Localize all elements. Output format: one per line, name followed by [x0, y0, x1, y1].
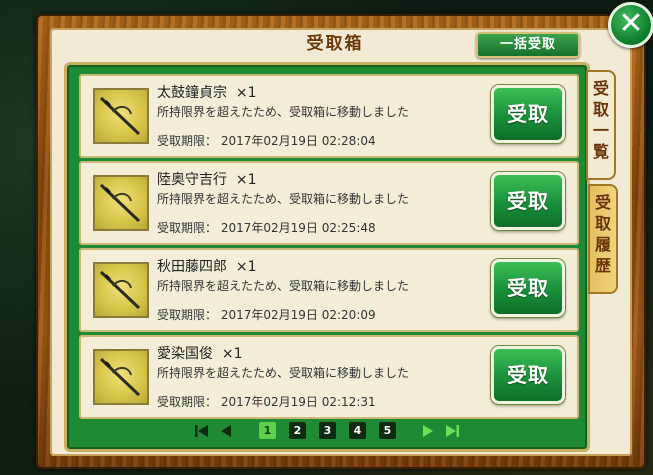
close-icon[interactable]: ✕: [608, 2, 653, 48]
tab-char: 歴: [594, 256, 611, 275]
tab-char: 履: [594, 235, 611, 254]
page-3[interactable]: 3: [319, 422, 336, 439]
receive-button[interactable]: 受取: [491, 85, 565, 143]
tab-char: 受: [594, 193, 611, 212]
prev-page-icon[interactable]: [217, 422, 235, 440]
list-item: 愛染国俊 ×1 所持限界を超えたため、受取箱に移動しました 受取期限： 2017…: [79, 335, 579, 419]
tab-char: 受: [592, 79, 609, 98]
item-message: 所持限界を超えたため、受取箱に移動しました: [157, 192, 410, 206]
item-list: 太鼓鐘貞宗 ×1 所持限界を超えたため、受取箱に移動しました 受取期限： 201…: [64, 62, 590, 452]
tab-char: 一: [592, 121, 609, 140]
list-item: 太鼓鐘貞宗 ×1 所持限界を超えたため、受取箱に移動しました 受取期限： 201…: [79, 74, 579, 158]
list-item: 陸奥守吉行 ×1 所持限界を超えたため、受取箱に移動しました 受取期限： 201…: [79, 161, 579, 245]
dialog-title: 受取箱: [306, 34, 364, 54]
bulk-receive-button[interactable]: 一括受取: [476, 32, 580, 58]
item-name: 太鼓鐘貞宗 ×1: [157, 85, 257, 101]
page-4[interactable]: 4: [349, 422, 366, 439]
item-message: 所持限界を超えたため、受取箱に移動しました: [157, 279, 410, 293]
last-page-icon[interactable]: [443, 422, 461, 440]
item-deadline: 受取期限： 2017年02月19日 02:20:09: [157, 308, 376, 322]
item-message: 所持限界を超えたため、受取箱に移動しました: [157, 105, 410, 119]
sword-icon: [93, 349, 149, 405]
item-deadline: 受取期限： 2017年02月19日 02:12:31: [157, 395, 376, 409]
tab-char: 取: [592, 100, 609, 119]
next-page-icon[interactable]: [419, 422, 437, 440]
sword-icon: [93, 175, 149, 231]
page-2[interactable]: 2: [289, 422, 306, 439]
tab-char: 覧: [592, 142, 609, 161]
item-message: 所持限界を超えたため、受取箱に移動しました: [157, 366, 410, 380]
list-item: 秋田藤四郎 ×1 所持限界を超えたため、受取箱に移動しました 受取期限： 201…: [79, 248, 579, 332]
item-deadline: 受取期限： 2017年02月19日 02:25:48: [157, 221, 376, 235]
sword-icon: [93, 88, 149, 144]
page-5[interactable]: 5: [379, 422, 396, 439]
page-1[interactable]: 1: [259, 422, 276, 439]
receive-button[interactable]: 受取: [491, 259, 565, 317]
receive-button[interactable]: 受取: [491, 172, 565, 230]
item-deadline: 受取期限： 2017年02月19日 02:28:04: [157, 134, 376, 148]
receive-button[interactable]: 受取: [491, 346, 565, 404]
item-name: 秋田藤四郎 ×1: [157, 259, 257, 275]
sword-icon: [93, 262, 149, 318]
item-name: 愛染国俊 ×1: [157, 346, 243, 362]
tab-receive-list[interactable]: 受 取 一 覧: [586, 70, 616, 180]
pagination: 1 2 3 4 5: [187, 420, 467, 442]
item-name: 陸奥守吉行 ×1: [157, 172, 257, 188]
tab-char: 取: [594, 214, 611, 233]
first-page-icon[interactable]: [193, 422, 211, 440]
tab-receive-history[interactable]: 受 取 履 歴: [588, 184, 618, 294]
